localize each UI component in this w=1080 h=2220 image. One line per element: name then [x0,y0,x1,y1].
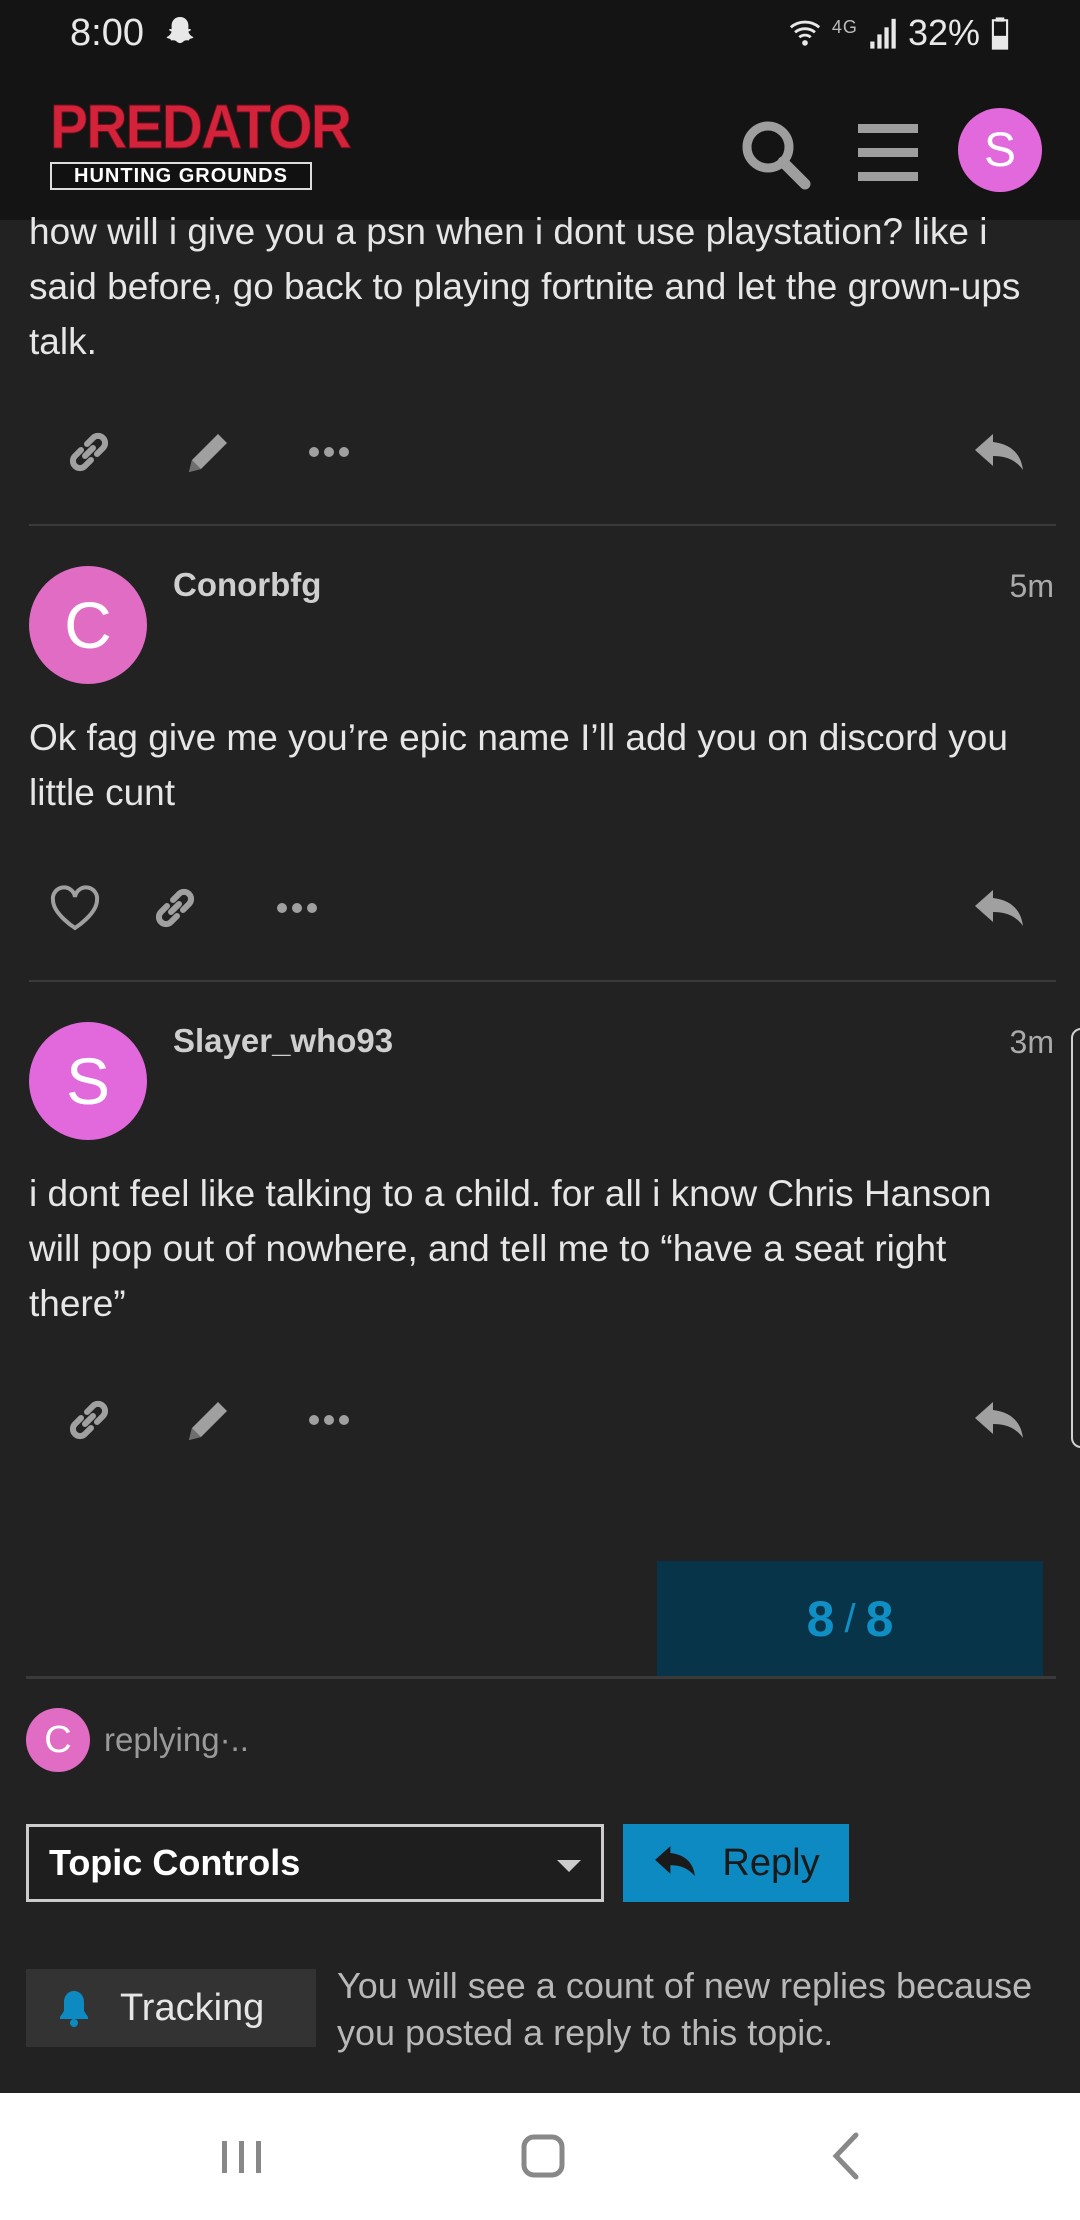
progress-current: 8 [806,1591,835,1647]
heart-icon[interactable] [45,878,105,938]
signal-icon [870,18,896,49]
topic-controls-dropdown[interactable]: Topic Controls [26,1824,604,1902]
reply-button[interactable]: Reply [623,1824,849,1902]
post-body: how will i give you a psn when i dont us… [29,211,1021,362]
reply-icon[interactable] [969,878,1029,938]
bell-icon [60,1991,88,2027]
hamburger-menu-icon[interactable] [850,114,930,194]
post-username[interactable]: Conorbfg [173,566,321,604]
status-time: 8:00 [70,12,144,54]
link-icon[interactable] [59,1390,119,1450]
back-icon[interactable] [812,2121,882,2191]
logo-title: PREDATOR [50,93,353,162]
status-bar: 8:00 4G 32% [0,0,1080,66]
logo-subtitle: HUNTING GROUNDS [50,162,312,190]
snapchat-icon [166,17,194,44]
post-body: i dont feel like talking to a child. for… [29,1173,992,1324]
scroll-handle[interactable] [1071,1028,1080,1448]
battery-icon [991,17,1009,50]
reply-icon[interactable] [969,1390,1029,1450]
more-icon[interactable] [299,1390,359,1450]
post-divider [29,524,1056,526]
caret-down-icon [557,1860,581,1872]
post-body: Ok fag give me you’re epic name I’ll add… [29,717,1008,813]
avatar[interactable]: C [29,566,147,684]
post-divider [29,980,1056,982]
link-icon[interactable] [145,878,205,938]
system-nav-bar [0,2093,1080,2220]
status-indicators: 4G 32% [788,12,1010,54]
recent-apps-icon[interactable] [207,2121,277,2191]
reply-button-label: Reply [722,1841,820,1884]
replying-text: replying·.. [104,1721,249,1758]
replying-indicator: C replying·.. [26,1708,249,1772]
wifi-icon [789,20,821,46]
search-icon[interactable] [735,114,815,194]
post-actions [29,1380,1049,1460]
tracking-label: Tracking [120,1986,265,2029]
notification-tracking-button[interactable]: Tracking [26,1969,316,2047]
topic-progress[interactable]: 8 / 8 [657,1561,1043,1677]
post-time[interactable]: 3m [1010,1024,1054,1061]
footer-divider [26,1676,1056,1679]
pencil-icon[interactable] [179,422,239,482]
progress-total: 8 [865,1591,894,1647]
more-icon[interactable] [267,878,327,938]
avatar: C [26,1708,90,1772]
user-avatar[interactable]: S [958,108,1042,192]
post-actions [29,412,1049,492]
post-time[interactable]: 5m [1010,568,1054,605]
progress-separator: / [844,1596,856,1641]
link-icon[interactable] [59,422,119,482]
topic-controls-label: Topic Controls [49,1842,301,1883]
home-icon[interactable] [508,2121,578,2191]
pencil-icon[interactable] [179,1390,239,1450]
post-username[interactable]: Slayer_who93 [173,1022,393,1060]
site-header: PREDATOR HUNTING GROUNDS S [0,66,1080,220]
post-actions [29,868,1049,948]
reply-icon [655,1846,696,1877]
tracking-description: You will see a count of new replies beca… [337,1965,1033,2053]
reply-icon[interactable] [969,422,1029,482]
network-type: 4G [831,16,858,37]
site-logo[interactable]: PREDATOR HUNTING GROUNDS [50,93,353,194]
more-icon[interactable] [299,422,359,482]
avatar[interactable]: S [29,1022,147,1140]
battery-percent: 32% [907,12,980,53]
